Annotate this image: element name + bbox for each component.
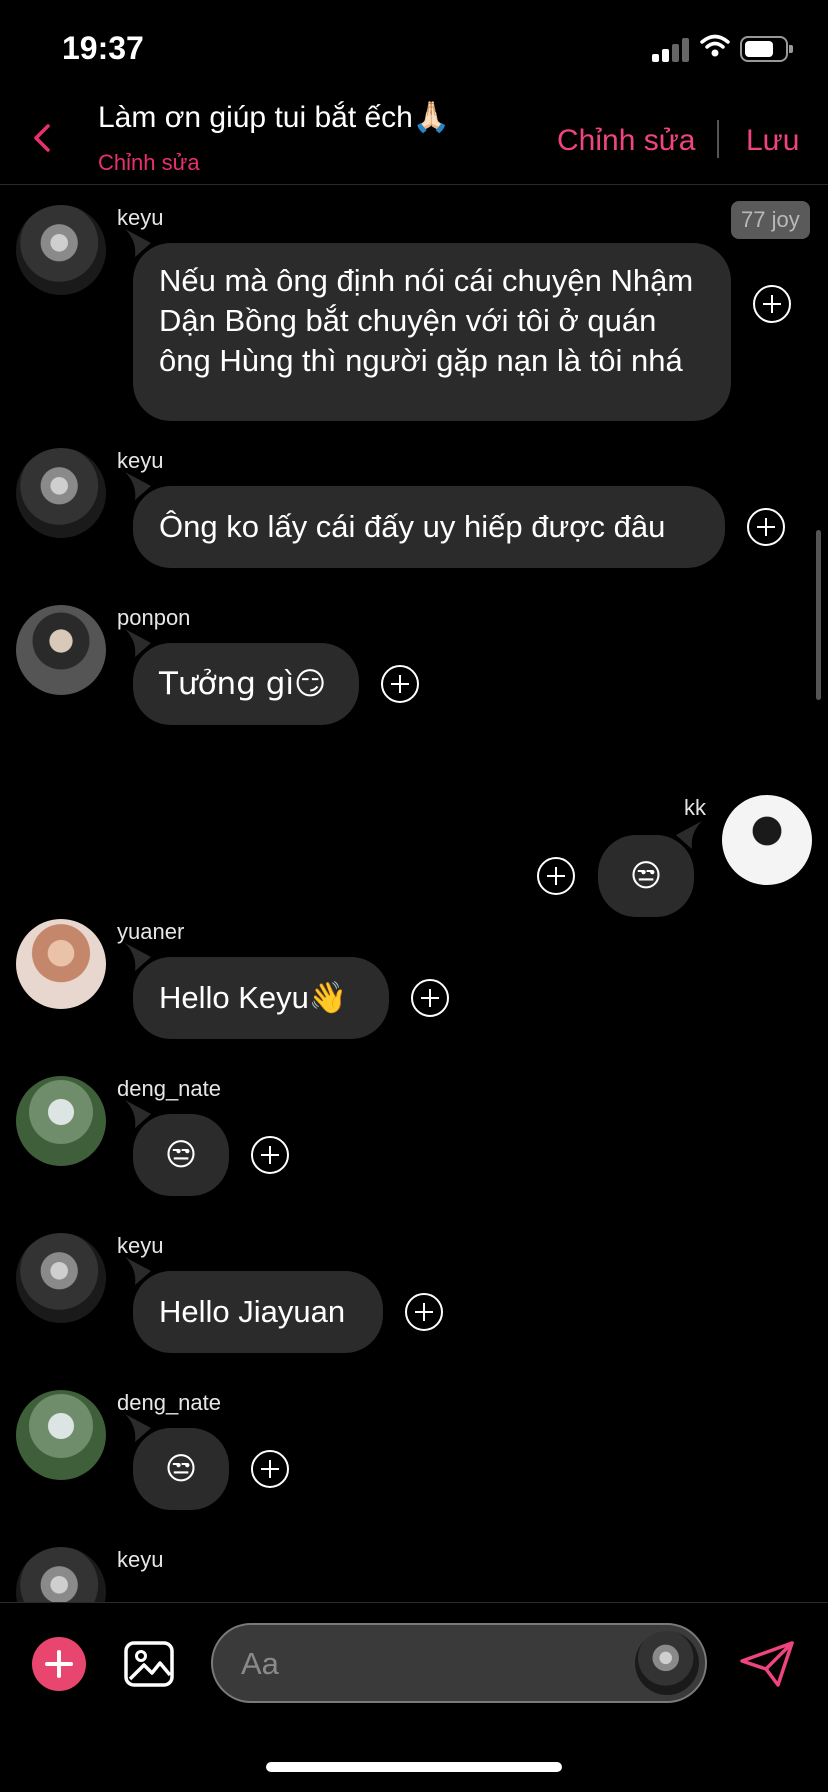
sender-name: keyu (117, 1547, 164, 1572)
message-text: Ông ko lấy cái đấy uy hiếp được đâu (159, 509, 666, 544)
signal-icon (652, 38, 692, 62)
status-time: 19:37 (62, 30, 144, 66)
scrollbar[interactable] (816, 530, 821, 700)
add-reaction-button[interactable] (251, 1450, 289, 1488)
status-bar: 19:37 (0, 0, 828, 96)
sender-name: keyu (117, 205, 164, 230)
battery-icon (740, 36, 793, 62)
send-icon[interactable] (738, 1639, 798, 1689)
sender-name: deng_nate (117, 1076, 221, 1101)
keyu-avatar[interactable] (16, 1233, 106, 1323)
add-reaction-button[interactable] (747, 508, 785, 546)
header-divider (717, 120, 719, 158)
message-item: ponpon Tưởng gì😏 (0, 585, 828, 725)
chat-header: Làm ơn giúp tui bắt ếch🙏🏻 Chỉnh sửa Chỉn… (0, 96, 828, 185)
chat-title: Làm ơn giúp tui bắt ếch🙏🏻 (98, 101, 451, 134)
message-text: Hello Jiayuan (159, 1294, 346, 1329)
sender-name: keyu (117, 1233, 164, 1258)
deng-nate-avatar[interactable] (16, 1390, 106, 1480)
add-reaction-button[interactable] (411, 979, 449, 1017)
message-list[interactable]: 77 joy keyu Nếu mà ông định nói cái chuy… (0, 185, 828, 1602)
image-icon[interactable] (122, 1637, 176, 1691)
message-input-box[interactable] (211, 1623, 707, 1703)
message-item: yuaner Hello Keyu👋 (0, 899, 828, 1039)
wifi-icon (700, 34, 730, 57)
sender-name: kk (684, 795, 706, 820)
add-reaction-button[interactable] (251, 1136, 289, 1174)
message-composer (0, 1602, 828, 1723)
sender-name: ponpon (117, 605, 191, 630)
save-button[interactable]: Lưu (746, 124, 799, 158)
message-input[interactable] (239, 1635, 603, 1693)
message-bubble[interactable]: Ông ko lấy cái đấy uy hiếp được đâu (125, 472, 725, 568)
message-item: keyu Hello Jiayuan (0, 1213, 828, 1353)
message-item: deng_nate 😒 (0, 1056, 828, 1196)
message-text: 😒 (164, 1137, 198, 1173)
message-bubble[interactable]: Hello Jiayuan (125, 1257, 383, 1353)
message-text: 😒 (164, 1451, 198, 1487)
sender-name: yuaner (117, 919, 185, 944)
message-bubble[interactable]: Hello Keyu👋 (125, 943, 389, 1039)
message-item: deng_nate 😒 (0, 1370, 828, 1510)
home-indicator[interactable] (266, 1762, 562, 1772)
yuaner-avatar[interactable] (16, 919, 106, 1009)
message-item: keyu Ông ko lấy cái đấy uy hiếp được đâu (0, 428, 828, 568)
add-reaction-button[interactable] (753, 285, 791, 323)
message-bubble[interactable]: 😒 (125, 1414, 229, 1510)
add-attachment-button[interactable] (32, 1637, 86, 1691)
message-bubble[interactable]: Tưởng gì😏 (125, 629, 359, 725)
ponpon-avatar[interactable] (16, 605, 106, 695)
back-chevron-icon[interactable] (28, 118, 58, 158)
sender-name: deng_nate (117, 1390, 221, 1415)
add-reaction-button[interactable] (381, 665, 419, 703)
add-reaction-button[interactable] (405, 1293, 443, 1331)
sender-name: keyu (117, 448, 164, 473)
message-text: Tưởng gì😏 (159, 666, 327, 702)
chat-subtitle[interactable]: Chỉnh sửa (98, 150, 200, 176)
deng-nate-avatar[interactable] (16, 1076, 106, 1166)
message-text: Hello Keyu👋 (159, 980, 348, 1015)
edit-button[interactable]: Chỉnh sửa (557, 124, 696, 158)
message-item: keyu Nếu mà ông định nói cái chuyện Nhậm… (0, 185, 828, 445)
add-reaction-button[interactable] (537, 857, 575, 895)
keyu-avatar[interactable] (16, 448, 106, 538)
message-bubble[interactable]: Nếu mà ông định nói cái chuyện Nhậm Dận … (125, 229, 731, 421)
avatar[interactable] (635, 1631, 699, 1695)
message-text: Nếu mà ông định nói cái chuyện Nhậm Dận … (159, 263, 694, 378)
message-bubble[interactable]: 😒 (125, 1100, 229, 1196)
message-item: keyu (0, 1527, 828, 1602)
kk-avatar[interactable] (722, 795, 812, 885)
message-text: 😒 (629, 858, 663, 894)
keyu-avatar[interactable] (16, 1547, 106, 1602)
keyu-avatar[interactable] (16, 205, 106, 295)
